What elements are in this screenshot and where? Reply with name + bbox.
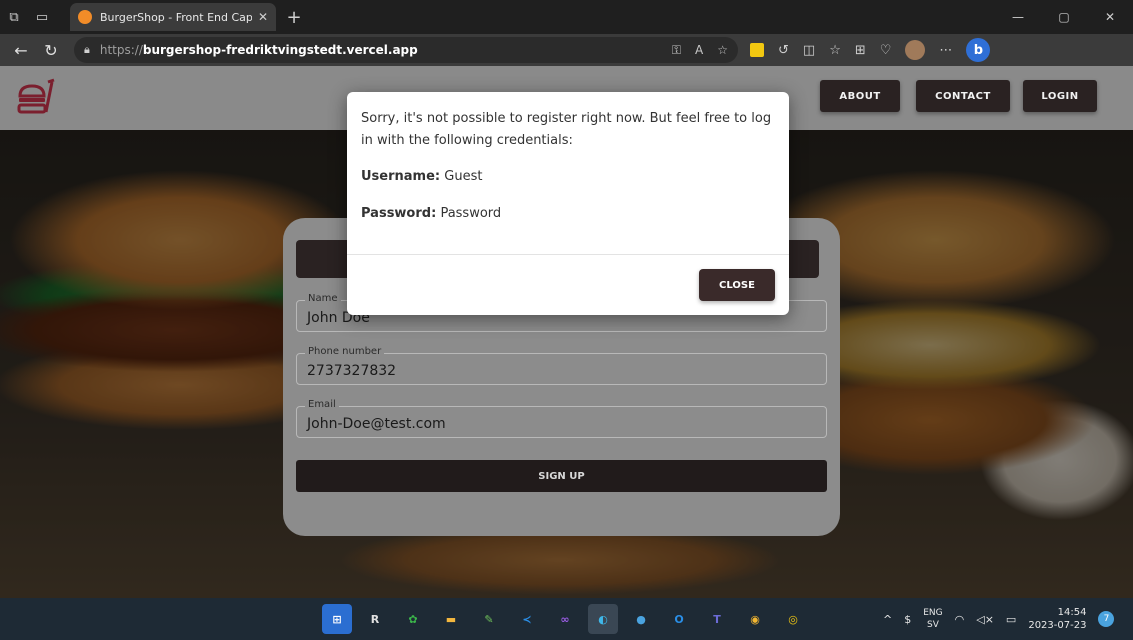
- name-label: Name: [305, 293, 341, 304]
- more-menu-icon[interactable]: ⋯: [939, 43, 952, 58]
- browser-tab[interactable]: BurgerShop - Front End Capstone ✕: [70, 3, 276, 31]
- system-tray: ^ $ ENG SV ◠ ◁× ▭ 14:54 2023-07-23 7: [883, 598, 1115, 640]
- refresh-icon[interactable]: ↻: [36, 41, 66, 60]
- currency-icon[interactable]: $: [904, 613, 911, 626]
- new-tab-button[interactable]: +: [282, 7, 306, 28]
- windows-taskbar: ⊞ R ✿ ▬ ✎ ≺ ∞ ◐ ● O T ◉ ◎ ^ $ ENG SV ◠ ◁…: [0, 598, 1133, 640]
- tab-actions-icon[interactable]: ▭: [28, 3, 56, 31]
- wifi-icon[interactable]: ◠: [955, 613, 965, 626]
- language-indicator[interactable]: ENG SV: [923, 607, 942, 631]
- copilot-icon[interactable]: ↺: [778, 43, 789, 58]
- address-bar-row: ← ↻ 🔒︎ https://burgershop-fredriktvingst…: [0, 34, 1133, 66]
- window-controls: — ▢ ✕: [995, 10, 1133, 24]
- favorites-icon[interactable]: ☆: [829, 43, 841, 58]
- start-windows-icon[interactable]: ⊞: [322, 604, 352, 634]
- nav-about-button[interactable]: ABOUT: [820, 80, 900, 112]
- phone-field[interactable]: Phone number 2737327832: [296, 346, 827, 385]
- lang-bottom: SV: [926, 620, 939, 630]
- burger-favicon-icon: [78, 10, 92, 24]
- minimize-icon[interactable]: —: [995, 10, 1041, 24]
- nav-login-button[interactable]: LOGIN: [1023, 80, 1097, 112]
- burger-logo-icon[interactable]: [16, 76, 56, 116]
- chrome-canary-icon[interactable]: ◉: [740, 604, 770, 634]
- phone-label: Phone number: [305, 346, 385, 357]
- battery-icon[interactable]: ▭: [1006, 613, 1016, 626]
- email-field[interactable]: Email John-Doe@test.com: [296, 399, 827, 438]
- username-value: Guest: [444, 169, 483, 184]
- read-aloud-icon[interactable]: A: [695, 43, 703, 58]
- username-line: Username: Guest: [361, 169, 482, 184]
- vscode-icon[interactable]: ≺: [512, 604, 542, 634]
- r-app-icon[interactable]: R: [360, 604, 390, 634]
- tab-title: BurgerShop - Front End Capstone: [100, 10, 252, 24]
- show-hidden-icons-chevron-icon[interactable]: ^: [883, 613, 892, 626]
- restore-icon[interactable]: ▢: [1041, 10, 1087, 24]
- key-icon[interactable]: ⚿: [672, 43, 681, 58]
- profile-avatar[interactable]: [905, 40, 926, 60]
- clock-date: 2023-07-23: [1028, 620, 1087, 631]
- network-app-icon[interactable]: ●: [626, 604, 656, 634]
- back-arrow-icon[interactable]: ←: [6, 41, 36, 60]
- email-label: Email: [305, 399, 339, 410]
- browser-tab-bar: ⧉ ▭ BurgerShop - Front End Capstone ✕ + …: [0, 0, 1133, 34]
- notification-badge[interactable]: 7: [1098, 611, 1115, 627]
- username-label: Username:: [361, 169, 441, 184]
- web-page: ABOUT CONTACT LOGIN Name John Doe Phone …: [0, 66, 1133, 598]
- performance-icon[interactable]: ♡: [880, 43, 892, 58]
- close-window-icon[interactable]: ✕: [1087, 10, 1133, 24]
- password-line: Password: Password: [361, 206, 501, 221]
- password-value: Password: [440, 206, 502, 221]
- close-button[interactable]: CLOSE: [699, 269, 775, 301]
- password-label: Password:: [361, 206, 437, 221]
- file-explorer-icon[interactable]: ▬: [436, 604, 466, 634]
- extension-icon[interactable]: [750, 43, 764, 57]
- collections-icon[interactable]: ⊞: [855, 43, 866, 58]
- outlook-icon[interactable]: O: [664, 604, 694, 634]
- volume-muted-icon[interactable]: ◁×: [976, 613, 994, 626]
- url-prefix: https://: [99, 43, 143, 57]
- visual-studio-icon[interactable]: ∞: [550, 604, 580, 634]
- chrome-icon[interactable]: ◎: [778, 604, 808, 634]
- modal-divider: [347, 254, 789, 255]
- bing-icon[interactable]: b: [966, 38, 991, 62]
- favorite-star-icon[interactable]: ☆: [717, 43, 728, 58]
- email-value: John-Doe@test.com: [307, 416, 446, 432]
- url-field[interactable]: 🔒︎ https://burgershop-fredriktvingstedt.…: [74, 37, 738, 63]
- close-tab-icon[interactable]: ✕: [258, 10, 268, 24]
- modal-message: Sorry, it's not possible to register rig…: [361, 111, 772, 148]
- url-host: burgershop-fredriktvingstedt.vercel.app: [142, 43, 418, 57]
- sign-up-button[interactable]: SIGN UP: [296, 460, 827, 492]
- photos-app-icon[interactable]: ✿: [398, 604, 428, 634]
- lock-icon: 🔒︎: [84, 43, 90, 56]
- clock-time: 14:54: [1057, 607, 1087, 618]
- clock[interactable]: 14:54 2023-07-23: [1028, 606, 1086, 632]
- register-unavailable-modal: Sorry, it's not possible to register rig…: [347, 92, 789, 315]
- workspaces-icon[interactable]: ⧉: [0, 3, 28, 31]
- phone-value: 2737327832: [307, 363, 397, 379]
- teams-icon[interactable]: T: [702, 604, 732, 634]
- nav-contact-button[interactable]: CONTACT: [916, 80, 1010, 112]
- split-screen-icon[interactable]: ◫: [803, 43, 815, 58]
- lang-top: ENG: [923, 608, 943, 618]
- edge-browser-icon[interactable]: ◐: [588, 604, 618, 634]
- notepad-app-icon[interactable]: ✎: [474, 604, 504, 634]
